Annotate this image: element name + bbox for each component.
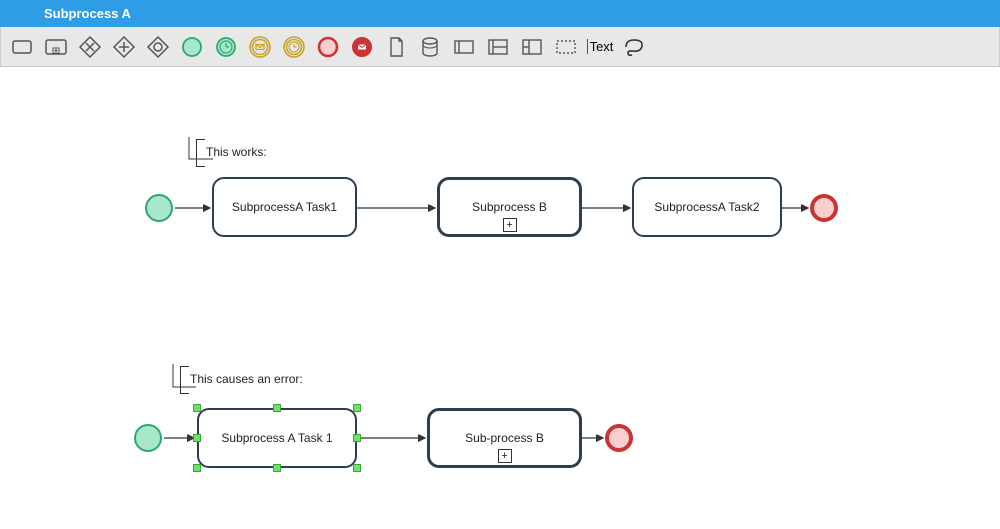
selection-handle[interactable]	[193, 434, 201, 442]
selection-handle[interactable]	[273, 464, 281, 472]
end-event-2[interactable]	[605, 424, 633, 452]
intermediate-timer-tool[interactable]	[279, 32, 309, 62]
task-label: Subprocess A Task 1	[221, 431, 332, 445]
selection-handle[interactable]	[193, 404, 201, 412]
subprocess-d2[interactable]: Sub-process B +	[427, 408, 582, 468]
timer-event-tool[interactable]	[211, 32, 241, 62]
task-tool[interactable]	[7, 32, 37, 62]
toolbar: Text	[0, 27, 1000, 67]
lasso-tool[interactable]	[619, 32, 649, 62]
text-tool[interactable]: Text	[585, 32, 615, 62]
lane-tool[interactable]	[483, 32, 513, 62]
pool-tool[interactable]	[449, 32, 479, 62]
selection-handle[interactable]	[353, 434, 361, 442]
gateway-exclusive-tool[interactable]	[75, 32, 105, 62]
selection-handle[interactable]	[353, 464, 361, 472]
title-text: Subprocess A	[44, 6, 131, 21]
subprocess-label: Sub-process B	[465, 431, 544, 445]
group-tool[interactable]	[551, 32, 581, 62]
selection-handle[interactable]	[353, 404, 361, 412]
task-d2-1[interactable]: Subprocess A Task 1	[197, 408, 357, 468]
lane3-tool[interactable]	[517, 32, 547, 62]
expand-icon[interactable]: +	[498, 449, 512, 463]
document-tool[interactable]	[381, 32, 411, 62]
start-event-2[interactable]	[134, 424, 162, 452]
gateway-inclusive-tool[interactable]	[143, 32, 173, 62]
subprocess-tool[interactable]	[41, 32, 71, 62]
message-end-tool[interactable]	[347, 32, 377, 62]
selection-handle[interactable]	[273, 404, 281, 412]
title-bar: Subprocess A	[0, 0, 1000, 27]
gateway-parallel-tool[interactable]	[109, 32, 139, 62]
datastore-tool[interactable]	[415, 32, 445, 62]
diagram-canvas[interactable]: This works: SubprocessA Task1 Subprocess…	[0, 67, 1000, 529]
end-event-tool[interactable]	[313, 32, 343, 62]
annotation-2: This causes an error:	[180, 372, 310, 386]
selection-handle[interactable]	[193, 464, 201, 472]
start-event-tool[interactable]	[177, 32, 207, 62]
intermediate-message-tool[interactable]	[245, 32, 275, 62]
